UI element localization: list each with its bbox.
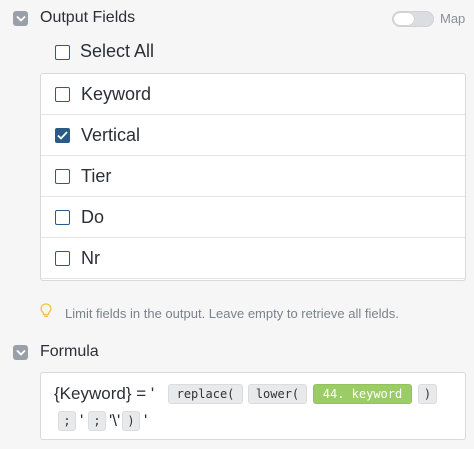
field-checkbox-do[interactable] — [55, 210, 70, 225]
field-label: Tier — [81, 166, 112, 186]
formula-collapse-button[interactable] — [13, 345, 28, 360]
field-label: Nr — [81, 248, 100, 268]
function-pill-close-paren[interactable]: ) — [418, 384, 437, 404]
field-row-do[interactable]: Do — [41, 197, 465, 238]
field-label: Vertical — [81, 125, 141, 145]
field-checkbox-nr[interactable] — [55, 251, 70, 266]
formula-editor[interactable]: {Keyword} = ' replace( lower( 44. keywor… — [40, 372, 466, 440]
function-pill-close-paren[interactable]: ) — [122, 411, 140, 431]
field-checkbox-tier[interactable] — [55, 169, 70, 184]
function-pill-replace[interactable]: replace( — [168, 384, 243, 404]
formula-text-suffix: ' — [144, 411, 148, 430]
separator-pill-semicolon[interactable]: ; — [58, 411, 76, 431]
field-checkbox-vertical[interactable] — [55, 128, 70, 143]
output-fields-collapse-button[interactable] — [13, 11, 28, 26]
toggle-knob — [394, 13, 414, 25]
map-label: Map — [440, 11, 466, 26]
field-label: Do — [81, 207, 105, 227]
field-row-nr[interactable]: Nr — [41, 238, 465, 279]
formula-title: Formula — [40, 343, 99, 360]
field-checkbox-keyword[interactable] — [55, 87, 70, 102]
function-pill-lower[interactable]: lower( — [248, 384, 307, 404]
select-all-checkbox[interactable] — [55, 45, 70, 60]
formula-text-quote-backslash: '\' — [109, 411, 121, 430]
separator-pill-semicolon[interactable]: ; — [88, 411, 106, 431]
chevron-down-icon — [15, 349, 26, 356]
output-fields-title: Output Fields — [40, 9, 136, 26]
lightbulb-icon — [40, 303, 52, 324]
output-fields-list: Keyword Vertical Tier Do Nr — [40, 73, 466, 281]
field-row-tier[interactable]: Tier — [41, 156, 465, 197]
field-row-vertical[interactable]: Vertical — [41, 115, 465, 156]
hint-text: Limit fields in the output. Leave empty … — [65, 306, 399, 321]
checkmark-icon — [57, 131, 68, 140]
variable-pill-keyword[interactable]: 44. keyword — [313, 384, 412, 404]
field-label: Keyword — [81, 84, 152, 104]
formula-text-prefix: {Keyword} = ' — [54, 384, 155, 403]
map-toggle[interactable] — [392, 11, 434, 27]
formula-text-quote: ' — [80, 411, 84, 430]
select-all-label: Select All — [80, 41, 155, 61]
field-row-keyword[interactable]: Keyword — [41, 74, 465, 115]
chevron-down-icon — [15, 15, 26, 22]
